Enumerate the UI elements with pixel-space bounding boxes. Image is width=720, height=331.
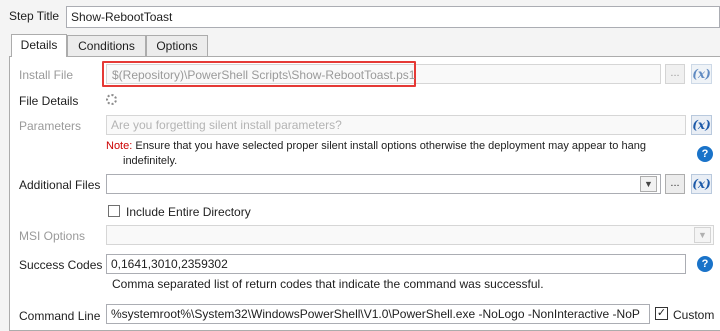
note-line2: indefinitely. [123, 155, 178, 167]
parameters-variable-button[interactable]: (x) [691, 115, 712, 135]
msi-options-select [106, 225, 714, 245]
note-line1: Ensure that you have selected proper sil… [132, 140, 646, 152]
success-codes-help-icon[interactable]: ? [697, 256, 713, 272]
command-line-label: Command Line [19, 309, 101, 323]
note-text: Note: Ensure that you have selected prop… [106, 140, 646, 152]
additional-files-browse-button[interactable]: ... [665, 174, 685, 194]
success-codes-input[interactable]: 0,1641,3010,2359302 [106, 254, 686, 274]
include-entire-directory-checkbox[interactable] [108, 205, 120, 217]
note-prefix: Note: [106, 140, 133, 152]
additional-files-select[interactable] [106, 174, 661, 194]
file-details-label: File Details [19, 94, 79, 108]
parameters-placeholder: Are you forgetting silent install parame… [111, 118, 342, 132]
chevron-down-icon[interactable]: ▼ [640, 176, 657, 192]
additional-files-variable-button[interactable]: (x) [691, 174, 712, 194]
install-file-browse-button[interactable]: ... [665, 64, 685, 84]
msi-options-label: MSI Options [19, 229, 86, 243]
success-codes-hint: Comma separated list of return codes tha… [112, 277, 544, 291]
msi-chevron-down-icon: ▼ [694, 227, 711, 243]
note-help-icon[interactable]: ? [697, 146, 713, 162]
custom-checkbox[interactable]: ✓ [655, 307, 668, 320]
install-file-label: Install File [19, 68, 74, 82]
success-codes-label: Success Codes [19, 258, 103, 272]
include-entire-directory-label[interactable]: Include Entire Directory [126, 205, 251, 219]
install-file-variable-button[interactable]: (x) [691, 64, 712, 84]
parameters-label: Parameters [19, 119, 82, 133]
parameters-input[interactable]: Are you forgetting silent install parame… [106, 115, 686, 135]
install-file-value: $(Repository)\PowerShell Scripts\Show-Re… [112, 68, 416, 82]
custom-label[interactable]: Custom [673, 308, 714, 322]
additional-files-label: Additional Files [19, 178, 101, 192]
command-line-input[interactable]: %systemroot%\System32\WindowsPowerShell\… [106, 304, 650, 324]
loading-spinner-icon [106, 94, 117, 105]
